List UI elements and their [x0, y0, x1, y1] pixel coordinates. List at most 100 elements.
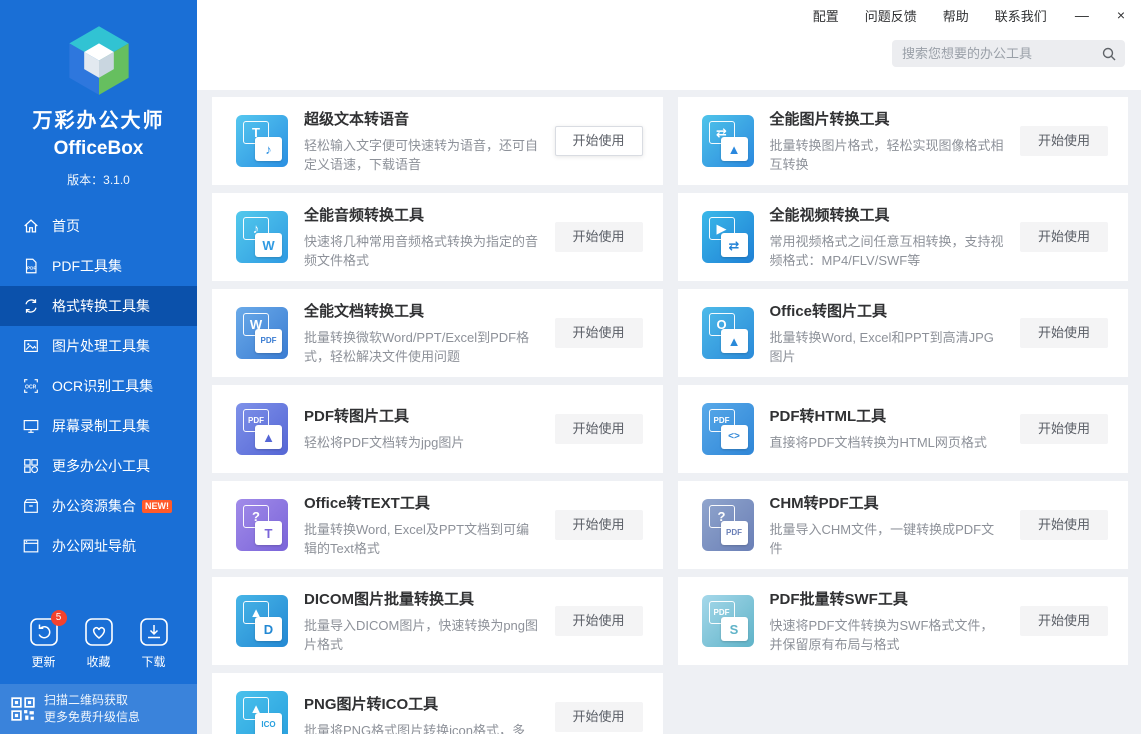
tool-title: 超级文本转语音: [304, 108, 541, 129]
sidebar-item-label: PDF工具集: [52, 256, 122, 276]
update-count-badge: 5: [51, 610, 67, 626]
tool-card-7: PDF ▲ PDF转图片工具 轻松将PDF文档转为jpg图片 开始使用: [212, 385, 663, 473]
start-button[interactable]: 开始使用: [555, 702, 643, 732]
app-title-en: OfficeBox: [0, 138, 197, 160]
sidebar-item-site-nav[interactable]: 办公网址导航: [0, 526, 197, 566]
tool-description: 快速将PDF文件转换为SWF格式文件，并保留原有布局与格式: [770, 616, 1007, 655]
tool-description: 轻松输入文字便可快速转为语音，还可自定义语速，下载语音: [304, 136, 541, 175]
grid-icon: [22, 457, 40, 475]
sidebar-item-label: OCR识别工具集: [52, 376, 153, 396]
tool-icon: PDF S: [702, 595, 754, 647]
update-button[interactable]: 5 更新: [29, 617, 59, 670]
tool-icon: PDF ▲: [236, 403, 288, 455]
start-button[interactable]: 开始使用: [555, 510, 643, 540]
tool-icon-front-glyph: <>: [721, 425, 748, 449]
qr-code-icon: [10, 696, 36, 722]
tool-description: 批量转换微软Word/PPT/Excel到PDF格式，轻松解决文件使用问题: [304, 328, 541, 367]
tool-icon-front-glyph: S: [721, 617, 748, 641]
tool-title: 全能音频转换工具: [304, 204, 541, 225]
topbar: 配置 问题反馈 帮助 联系我们 — ×: [197, 0, 1141, 90]
top-link-3[interactable]: 帮助: [943, 6, 969, 25]
home-icon: [22, 217, 40, 235]
nav-icon: [22, 537, 40, 555]
sidebar-item-pdf-tools[interactable]: PDF PDF工具集: [0, 246, 197, 286]
minimize-button[interactable]: —: [1075, 7, 1089, 23]
tool-icon-front-glyph: ♪: [255, 137, 282, 161]
tool-icon: ? T: [236, 499, 288, 551]
start-button[interactable]: 开始使用: [1020, 606, 1108, 636]
start-button[interactable]: 开始使用: [1020, 222, 1108, 252]
download-icon: [139, 617, 169, 647]
pdf-icon: PDF: [22, 257, 40, 275]
start-button[interactable]: 开始使用: [555, 318, 643, 348]
sidebar-item-format-convert[interactable]: 格式转换工具集: [0, 286, 197, 326]
sidebar-item-label: 首页: [52, 216, 80, 236]
tool-card-10: ? PDF CHM转PDF工具 批量导入CHM文件，一键转换成PDF文件 开始使…: [678, 481, 1129, 569]
tool-card-11: ▲ D DICOM图片批量转换工具 批量导入DICOM图片，快速转换为png图片…: [212, 577, 663, 665]
tool-icon-front-glyph: ⇄: [721, 233, 748, 257]
tool-icon-front-glyph: PDF: [255, 329, 282, 353]
tool-title: PDF转图片工具: [304, 405, 541, 426]
start-button[interactable]: 开始使用: [555, 222, 643, 252]
start-button[interactable]: 开始使用: [1020, 414, 1108, 444]
tool-card-2: ⇄ ▲ 全能图片转换工具 批量转换图片格式，轻松实现图像格式相互转换 开始使用: [678, 97, 1129, 185]
tool-icon: ⇄ ▲: [702, 115, 754, 167]
tool-description: 常用视频格式之间任意互相转换，支持视频格式：MP4/FLV/SWF等: [770, 232, 1007, 271]
sidebar-item-more-tools[interactable]: 更多办公小工具: [0, 446, 197, 486]
start-button[interactable]: 开始使用: [555, 414, 643, 444]
tool-icon-front-glyph: ▲: [721, 137, 748, 161]
tool-icon: ? PDF: [702, 499, 754, 551]
tool-title: PDF批量转SWF工具: [770, 588, 1007, 609]
sidebar-item-label: 办公资源集合: [52, 496, 136, 516]
footer-action-label: 收藏: [86, 653, 110, 670]
sidebar-item-home[interactable]: 首页: [0, 206, 197, 246]
start-button[interactable]: 开始使用: [555, 606, 643, 636]
top-link-4[interactable]: 联系我们: [995, 6, 1047, 25]
tool-description: 批量将PNG格式图片转换icon格式，多: [304, 721, 541, 734]
tool-description: 批量导入DICOM图片，快速转换为png图片格式: [304, 616, 541, 655]
cards-grid: T ♪ 超级文本转语音 轻松输入文字便可快速转为语音，还可自定义语速，下载语音 …: [212, 97, 1128, 734]
sidebar-footer-actions: 5 更新 收藏 下载: [0, 617, 197, 684]
tool-icon: ▶ ⇄: [702, 211, 754, 263]
favorite-button[interactable]: 收藏: [84, 617, 114, 670]
app-logo-icon: [60, 20, 138, 98]
svg-text:OCR: OCR: [25, 384, 37, 390]
footer-action-label: 下载: [141, 653, 165, 670]
sidebar-item-resources[interactable]: 办公资源集合 NEW!: [0, 486, 197, 526]
officebox-window: 万彩办公大师 OfficeBox 版本：3.1.0 首页 PDF PDF工具集 …: [0, 0, 1141, 734]
screen-icon: [22, 417, 40, 435]
sidebar-item-screen-record[interactable]: 屏幕录制工具集: [0, 406, 197, 446]
tool-card-3: ♪ W 全能音频转换工具 快速将几种常用音频格式转换为指定的音频文件格式 开始使…: [212, 193, 663, 281]
sidebar-item-label: 格式转换工具集: [52, 296, 150, 316]
search-input[interactable]: [902, 46, 1101, 61]
top-link-1[interactable]: 配置: [813, 6, 839, 25]
tool-icon: ▲ ICO: [236, 691, 288, 734]
tool-card-12: PDF S PDF批量转SWF工具 快速将PDF文件转换为SWF格式文件，并保留…: [678, 577, 1129, 665]
topbar-links: 配置 问题反馈 帮助 联系我们: [813, 6, 1047, 25]
search-icon[interactable]: [1101, 46, 1117, 62]
tool-card-9: ? T Office转TEXT工具 批量转换Word, Excel及PPT文档到…: [212, 481, 663, 569]
tool-card-13: ▲ ICO PNG图片转ICO工具 批量将PNG格式图片转换icon格式，多 开…: [212, 673, 663, 734]
tool-icon: PDF <>: [702, 403, 754, 455]
tool-title: 全能文档转换工具: [304, 300, 541, 321]
tool-icon-front-glyph: ▲: [255, 425, 282, 449]
sidebar-item-image-tools[interactable]: 图片处理工具集: [0, 326, 197, 366]
download-button[interactable]: 下载: [139, 617, 169, 670]
tool-icon-front-glyph: PDF: [721, 521, 748, 545]
tool-card-1: T ♪ 超级文本转语音 轻松输入文字便可快速转为语音，还可自定义语速，下载语音 …: [212, 97, 663, 185]
close-button[interactable]: ×: [1117, 7, 1125, 23]
start-button[interactable]: 开始使用: [1020, 126, 1108, 156]
sidebar-menu: 首页 PDF PDF工具集 格式转换工具集 图片处理工具集 OCR OCR识别工…: [0, 206, 197, 566]
sidebar-item-ocr-tools[interactable]: OCR OCR识别工具集: [0, 366, 197, 406]
tool-title: Office转图片工具: [770, 300, 1007, 321]
tool-description: 批量导入CHM文件，一键转换成PDF文件: [770, 520, 1007, 559]
app-version: 版本：3.1.0: [0, 171, 197, 188]
new-badge: NEW!: [142, 500, 172, 513]
top-link-2[interactable]: 问题反馈: [865, 6, 917, 25]
start-button[interactable]: 开始使用: [555, 126, 643, 156]
start-button[interactable]: 开始使用: [1020, 510, 1108, 540]
tool-icon: O ▲: [702, 307, 754, 359]
start-button[interactable]: 开始使用: [1020, 318, 1108, 348]
sidebar-item-label: 屏幕录制工具集: [52, 416, 150, 436]
tool-icon: ♪ W: [236, 211, 288, 263]
